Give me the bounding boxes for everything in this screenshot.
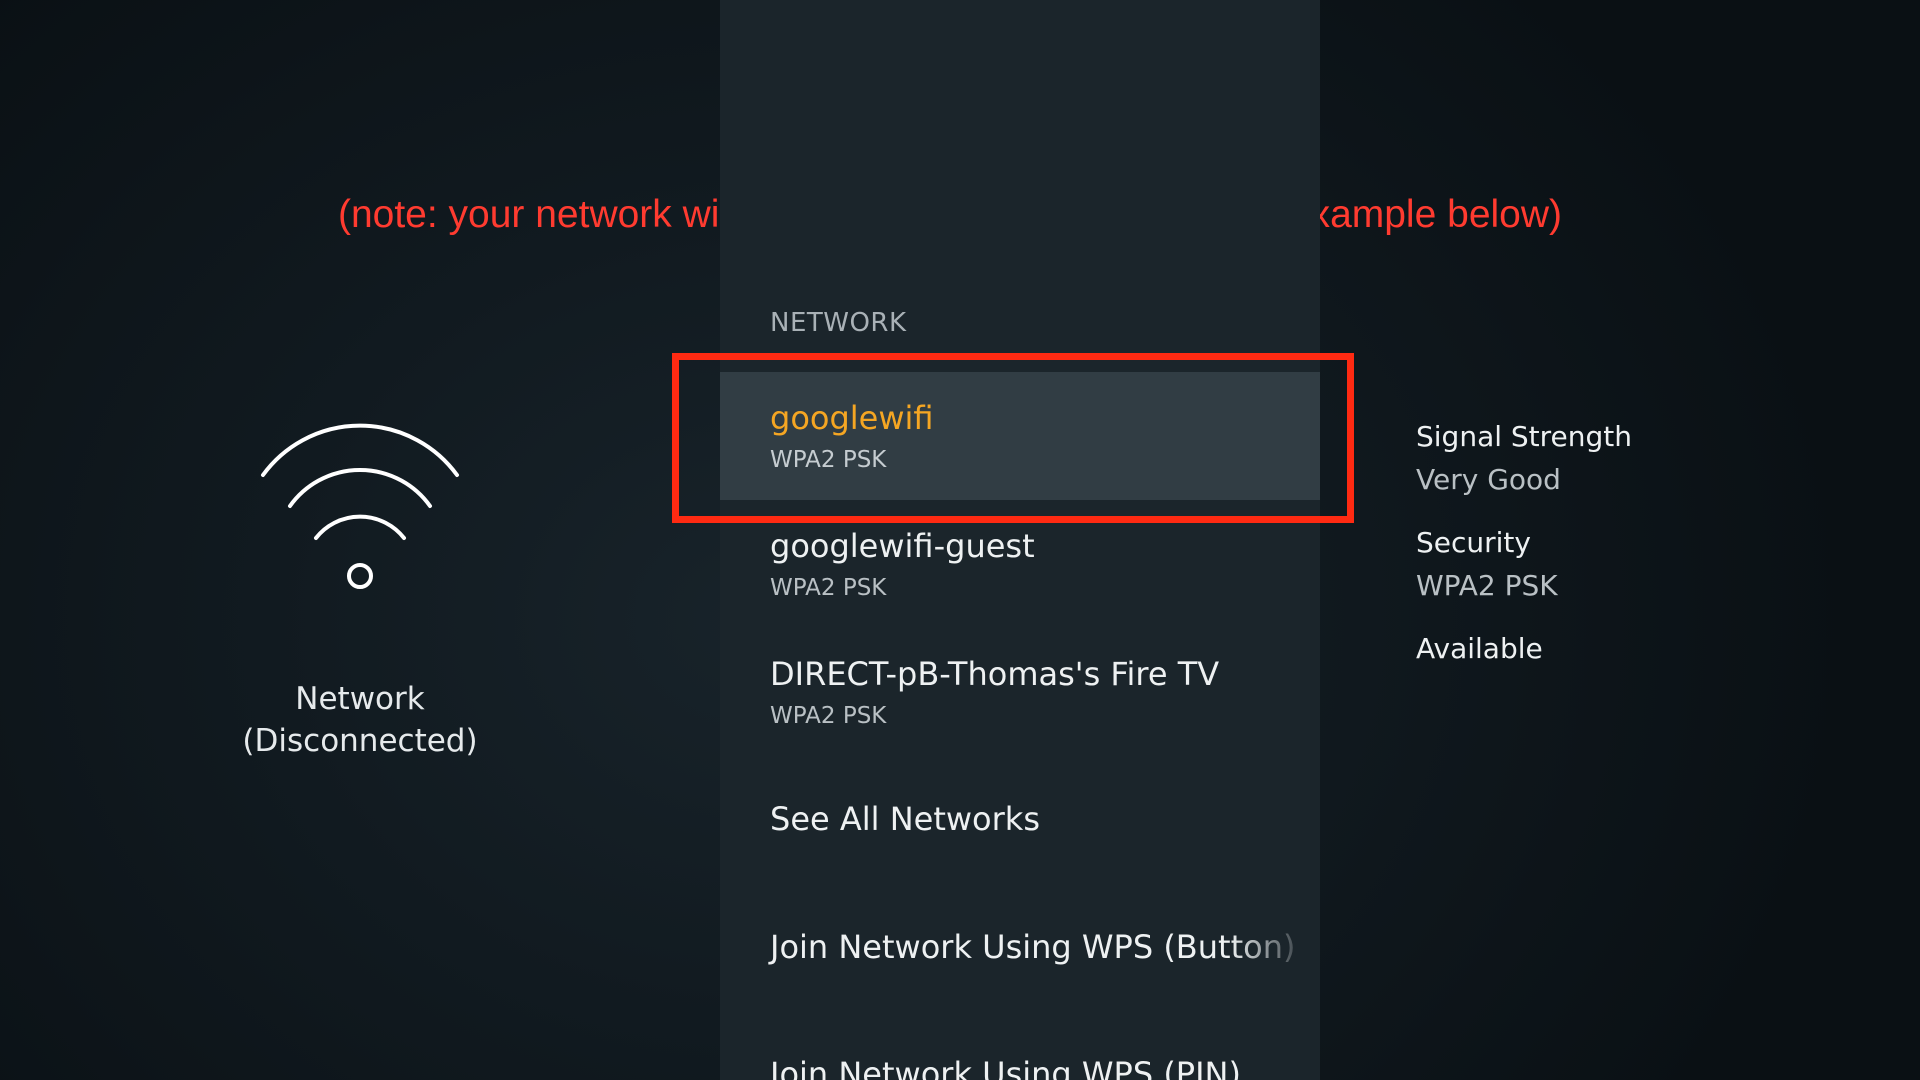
- availability-status: Available: [1416, 632, 1543, 665]
- see-all-networks-label: See All Networks: [770, 800, 1040, 838]
- network-security: WPA2 PSK: [770, 575, 887, 601]
- wps-pin-label: Join Network Using WPS (PIN): [770, 1055, 1241, 1080]
- signal-strength-value: Very Good: [1416, 463, 1561, 496]
- see-all-networks-button[interactable]: See All Networks: [720, 780, 1320, 880]
- network-name: DIRECT-pB-Thomas's Fire TV: [770, 655, 1220, 693]
- section-header: NETWORK: [770, 308, 907, 338]
- network-name: googlewifi-guest: [770, 527, 1035, 565]
- connection-status: (Disconnected): [242, 723, 478, 759]
- wifi-icon: [261, 423, 459, 589]
- security-label: Security: [1416, 526, 1531, 559]
- wps-button-label: Join Network Using WPS (Button): [770, 928, 1296, 966]
- wps-pin-join-button[interactable]: Join Network Using WPS (PIN): [720, 1036, 1320, 1080]
- highlight-annotation-box: [672, 353, 1354, 523]
- network-label: Network: [295, 681, 425, 717]
- security-value: WPA2 PSK: [1416, 569, 1558, 602]
- wps-button-join-button[interactable]: Join Network Using WPS (Button): [720, 908, 1320, 1008]
- signal-strength-label: Signal Strength: [1416, 420, 1633, 453]
- network-item-direct-fire-tv[interactable]: DIRECT-pB-Thomas's Fire TV WPA2 PSK: [720, 628, 1320, 756]
- network-security: WPA2 PSK: [770, 703, 887, 729]
- network-status-label: Network (Disconnected): [160, 678, 560, 762]
